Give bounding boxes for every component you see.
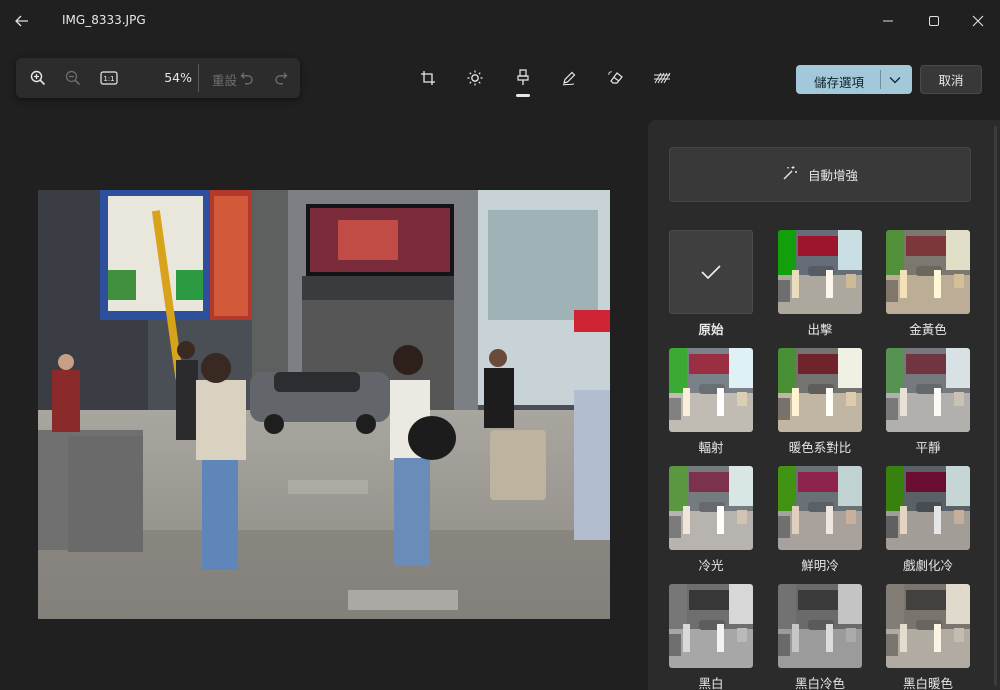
zoom-in-icon[interactable] (26, 66, 50, 90)
panel-scrollbar[interactable] (994, 126, 997, 686)
filter-thumbnail[interactable] (886, 466, 970, 550)
redo-icon[interactable] (269, 66, 293, 90)
filter-label: 出擊 (807, 322, 833, 337)
filter-item[interactable]: 冷光 (669, 466, 753, 574)
filter-item[interactable]: 原始 (669, 230, 753, 338)
filter-thumbnail[interactable] (778, 466, 862, 550)
actual-size-icon[interactable]: 1:1 (97, 66, 121, 90)
magic-wand-icon (782, 165, 798, 184)
filter-preview-image (778, 348, 862, 432)
filter-thumbnail[interactable] (669, 584, 753, 668)
zoom-toolbar: 1:1 54% 重設 (16, 58, 300, 98)
filter-item[interactable]: 金黃色 (886, 230, 970, 338)
filter-thumbnail-selected[interactable] (669, 230, 753, 314)
auto-enhance-label: 自動增強 (807, 168, 858, 183)
brightness-icon[interactable] (463, 66, 487, 90)
save-options-button[interactable]: 儲存選項 (796, 65, 912, 94)
filter-item[interactable]: 鮮明冷 (778, 466, 862, 574)
actual-size-label: 1:1 (103, 75, 114, 83)
filter-item[interactable]: 輻射 (669, 348, 753, 456)
filter-preview-image (669, 584, 753, 668)
toolbar-divider (198, 64, 199, 92)
back-arrow-icon[interactable] (10, 10, 34, 32)
filter-preview-image (886, 230, 970, 314)
zoom-out-icon[interactable] (61, 66, 85, 90)
filter-preview-image (886, 466, 970, 550)
filter-thumbnail[interactable] (778, 348, 862, 432)
markup-pen-icon[interactable] (557, 66, 581, 90)
filter-item[interactable]: 戲劇化冷 (886, 466, 970, 574)
chevron-down-icon[interactable] (886, 71, 904, 89)
filter-label: 原始 (698, 322, 724, 337)
filter-thumbnail[interactable] (669, 466, 753, 550)
crop-icon[interactable] (416, 66, 440, 90)
save-options-label: 儲存選項 (814, 75, 865, 90)
window-title: IMG_8333.JPG (62, 13, 146, 27)
title-bar: IMG_8333.JPG (0, 0, 1000, 42)
filter-thumbnail[interactable] (778, 584, 862, 668)
close-icon[interactable] (966, 10, 990, 32)
filter-icon[interactable] (511, 66, 535, 90)
erase-icon[interactable] (604, 66, 628, 90)
save-split-divider (880, 70, 881, 89)
filter-item[interactable]: 黑白 (669, 584, 753, 690)
reset-button[interactable]: 重設 (212, 70, 237, 89)
filter-preview-image (669, 466, 753, 550)
filter-thumbnail[interactable] (778, 230, 862, 314)
street-photo-image (38, 190, 610, 619)
filter-preview-image (886, 584, 970, 668)
undo-icon[interactable] (235, 66, 259, 90)
filter-preview-image (886, 348, 970, 432)
filter-label: 戲劇化冷 (902, 558, 953, 573)
filter-thumbnail[interactable] (886, 348, 970, 432)
filter-thumbnail[interactable] (886, 230, 970, 314)
filter-preview-image (778, 466, 862, 550)
maximize-icon[interactable] (922, 10, 946, 32)
filter-label: 平靜 (915, 440, 941, 455)
cancel-button[interactable]: 取消 (920, 65, 982, 94)
filter-thumbnail[interactable] (886, 584, 970, 668)
filter-label: 黑白 (698, 676, 724, 690)
filter-item[interactable]: 平靜 (886, 348, 970, 456)
filter-label: 輻射 (698, 440, 724, 455)
filter-preview-image (669, 348, 753, 432)
filter-label: 鮮明冷 (801, 558, 839, 573)
filter-item[interactable]: 黑白冷色 (778, 584, 862, 690)
filter-preview-image (778, 584, 862, 668)
filter-item[interactable]: 黑白暖色 (886, 584, 970, 690)
filter-label: 冷光 (698, 558, 724, 573)
zoom-percent[interactable]: 54% (152, 70, 192, 85)
filter-label: 黑白冷色 (794, 676, 845, 690)
filter-item[interactable]: 暖色系對比 (778, 348, 862, 456)
photo-canvas[interactable] (38, 190, 610, 619)
filter-label: 暖色系對比 (788, 440, 852, 455)
checkmark-icon (701, 265, 721, 280)
auto-enhance-button[interactable]: 自動增強 (669, 147, 971, 202)
minimize-icon[interactable] (876, 10, 900, 32)
filter-label: 黑白暖色 (902, 676, 953, 690)
background-blur-icon[interactable] (650, 66, 674, 90)
filter-panel: 自動增強 原始 出擊 金黃色輻射 暖色系對比 平靜冷光 鮮明冷 戲劇化冷黑白 黑白冷色 黑白暖色 (648, 120, 1000, 690)
filter-thumbnail[interactable] (669, 348, 753, 432)
active-tool-indicator (516, 94, 530, 97)
filter-preview-image (778, 230, 862, 314)
filter-label: 金黃色 (909, 322, 947, 337)
filter-item[interactable]: 出擊 (778, 230, 862, 338)
